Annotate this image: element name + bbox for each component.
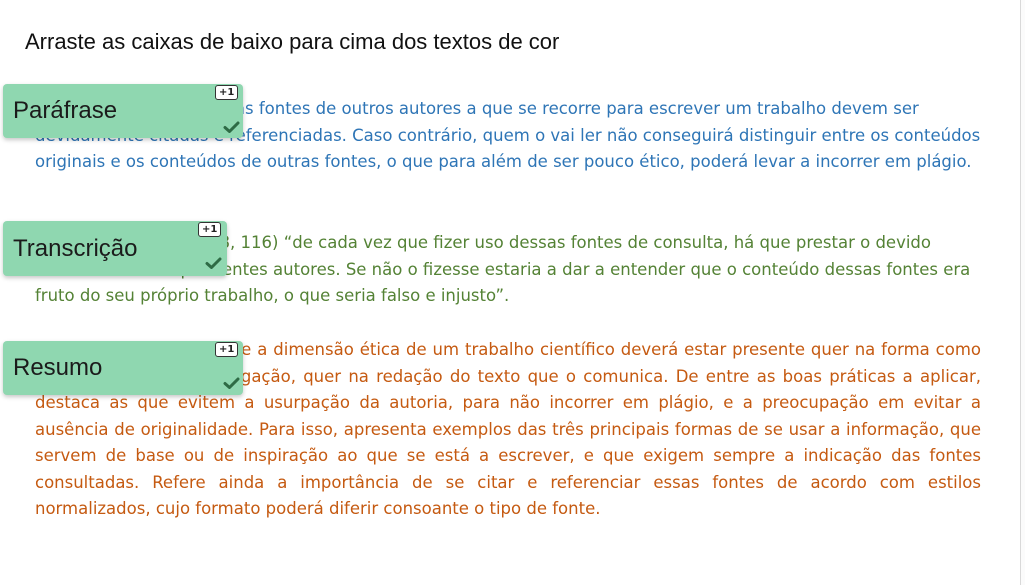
chip-transcricao[interactable]: Transcrição +1 bbox=[3, 221, 227, 276]
chip-resumo[interactable]: Resumo +1 bbox=[3, 341, 243, 395]
score-badge: +1 bbox=[215, 342, 239, 357]
check-icon bbox=[223, 377, 240, 389]
exercise-panel: Arraste as caixas de baixo para cima dos… bbox=[0, 0, 1021, 585]
chip-label: Resumo bbox=[13, 354, 103, 381]
score-badge: +1 bbox=[215, 85, 239, 100]
check-icon bbox=[205, 257, 222, 269]
check-icon bbox=[223, 121, 240, 133]
chip-label: Paráfrase bbox=[13, 97, 118, 124]
chip-label: Transcrição bbox=[13, 235, 138, 262]
score-badge: +1 bbox=[198, 222, 222, 237]
chip-parafrase[interactable]: Paráfrase +1 bbox=[3, 84, 243, 138]
instruction-text: Arraste as caixas de baixo para cima dos… bbox=[25, 29, 560, 54]
